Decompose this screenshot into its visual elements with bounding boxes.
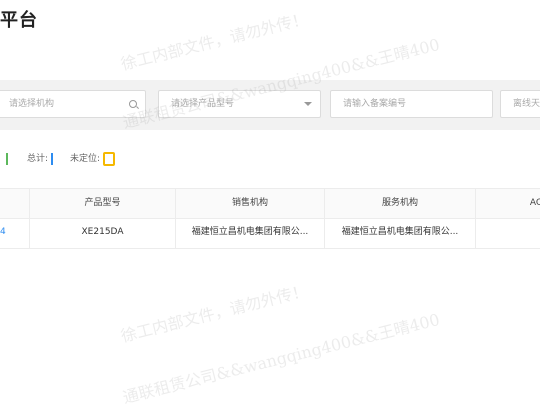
row-sales-org: 福建恒立昌机电集团有限公... xyxy=(191,227,309,237)
model-placeholder: 请选择产品型号 xyxy=(171,99,235,109)
stat-total: 总计: 1 xyxy=(27,150,54,168)
table-header: 产品型号 销售机构 服务机构 AC xyxy=(0,188,540,219)
org-select[interactable] xyxy=(0,90,146,118)
table-row[interactable]: 4 XE215DA 福建恒立昌机电集团有限公... 福建恒立昌机电集团有限公..… xyxy=(0,218,540,249)
stat-first: 1 xyxy=(0,150,8,168)
model-select[interactable]: 请选择产品型号 xyxy=(158,90,321,118)
org-input[interactable] xyxy=(0,91,145,117)
device-table: 产品型号 销售机构 服务机构 AC 4 XE215DA 福建恒立昌机电集团有限公… xyxy=(0,188,540,249)
col-model: 产品型号 xyxy=(84,198,121,208)
contract-input[interactable] xyxy=(331,91,492,117)
row-service-org: 福建恒立昌机电集团有限公... xyxy=(341,227,459,237)
total-label: 总计: xyxy=(27,154,49,164)
chevron-down-icon[interactable] xyxy=(304,102,312,106)
offline-days-field[interactable] xyxy=(500,90,540,118)
offline-days-input[interactable] xyxy=(501,91,540,117)
row-model: XE215DA xyxy=(81,227,124,237)
page-title: 平台 xyxy=(0,10,38,31)
search-icon[interactable] xyxy=(129,100,137,108)
watermark-line1: 徐工内部文件，请勿外传！ xyxy=(118,281,310,346)
stat-unlocated: 未定位: 0 xyxy=(70,150,116,168)
watermark-line2: 通联租赁公司&&wangqing400&&王晴400 xyxy=(120,309,442,408)
unlocated-marker xyxy=(103,151,116,166)
contract-field[interactable] xyxy=(330,90,493,118)
total-marker xyxy=(51,152,54,165)
row-id-link[interactable]: 4 xyxy=(0,218,8,247)
watermark-line1: 徐工内部文件，请勿外传！ xyxy=(118,9,310,74)
unlocated-label: 未定位: xyxy=(70,154,101,164)
col-service-org: 服务机构 xyxy=(381,198,418,208)
col-ac: AC xyxy=(529,198,540,208)
first-marker xyxy=(6,152,8,165)
col-sales-org: 销售机构 xyxy=(231,198,268,208)
